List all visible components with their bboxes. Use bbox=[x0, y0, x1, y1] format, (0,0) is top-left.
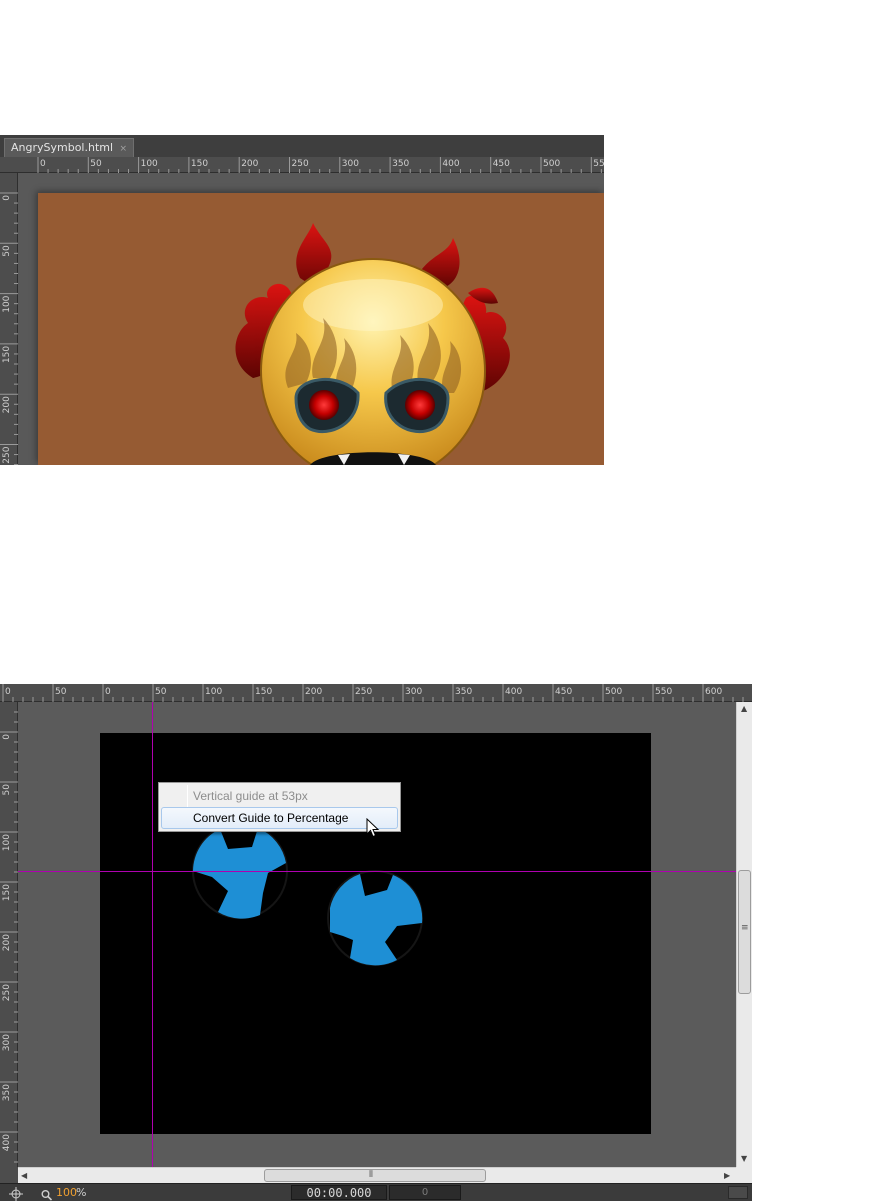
angry-symbol-stage[interactable] bbox=[38, 193, 604, 465]
ruler-label: 50 bbox=[90, 159, 102, 169]
horizontal-ruler-ticks: 0 50 0 50 100 150 200 250 300 350 400 450 500 550 600 bbox=[2, 684, 744, 702]
angry-symbol-document-panel: AngrySymbol.html × 0 50 100 150 200 250 300 350… bbox=[0, 135, 604, 465]
ruler-label: 100 bbox=[2, 295, 12, 312]
ruler-label: 0 bbox=[5, 687, 11, 697]
ruler-label: 350 bbox=[392, 159, 409, 169]
vertical-ruler-ticks: 050100150200250300350400450 bbox=[0, 711, 18, 1163]
vertical-ruler[interactable]: 0 50 100 150 200 250 bbox=[0, 173, 18, 465]
horizontal-ruler-ticks: 0 50 100 150 200 250 300 350 400 450 500 550 bbox=[37, 157, 604, 173]
ruler-label: 150 bbox=[191, 159, 208, 169]
ruler-label: 250 bbox=[2, 446, 12, 463]
horizontal-guide[interactable] bbox=[18, 871, 736, 872]
guide-context-menu: Vertical guide at 53px Convert Guide to … bbox=[158, 782, 401, 832]
scroll-left-icon[interactable]: ◀ bbox=[21, 1171, 27, 1180]
ruler-label: 450 bbox=[493, 159, 510, 169]
document-tab-bar: AngrySymbol.html × bbox=[0, 135, 604, 157]
scroll-up-icon[interactable]: ▲ bbox=[741, 704, 747, 713]
scroll-right-icon[interactable]: ▶ bbox=[724, 1171, 730, 1180]
vertical-scroll-thumb[interactable]: ≡ bbox=[738, 870, 751, 994]
ruler-label: 0 bbox=[105, 687, 111, 697]
ruler-label: 200 bbox=[2, 934, 12, 951]
ruler-label: 400 bbox=[442, 159, 459, 169]
ruler-label: 100 bbox=[2, 834, 12, 851]
horizontal-scroll-thumb[interactable]: ⦀ bbox=[264, 1169, 486, 1182]
horizontal-scrollbar[interactable]: ◀ ⦀ ▶ bbox=[18, 1167, 736, 1183]
scrollbar-corner-right bbox=[736, 1167, 752, 1183]
status-bar: 100 % 00:00.000 0 bbox=[0, 1183, 752, 1201]
ruler-label: 0 bbox=[40, 159, 46, 169]
ruler-label: 500 bbox=[605, 687, 622, 697]
vertical-scrollbar[interactable]: ▲ ≡ ▼ bbox=[736, 702, 752, 1167]
ruler-label: 450 bbox=[555, 687, 572, 697]
ruler-label: 250 bbox=[355, 687, 372, 697]
ruler-label: 0 bbox=[2, 195, 12, 201]
ruler-label: 400 bbox=[505, 687, 522, 697]
ruler-label: 350 bbox=[2, 1084, 12, 1101]
scroll-down-icon[interactable]: ▼ bbox=[741, 1154, 747, 1163]
menu-item-convert-guide[interactable]: Convert Guide to Percentage bbox=[161, 807, 398, 829]
vertical-guide[interactable] bbox=[152, 702, 153, 1167]
document-tab-label: AngrySymbol.html bbox=[11, 141, 114, 154]
grip-icon: ≡ bbox=[741, 923, 749, 933]
ruler-label: 150 bbox=[2, 884, 12, 901]
ruler-label: 250 bbox=[292, 159, 309, 169]
ruler-label: 300 bbox=[405, 687, 422, 697]
ruler-label: 300 bbox=[342, 159, 359, 169]
zoom-icon[interactable] bbox=[41, 1187, 52, 1201]
mouse-pointer-icon bbox=[366, 818, 380, 838]
scrollbar-corner-left bbox=[0, 1167, 18, 1183]
ruler-label: 50 bbox=[2, 245, 12, 257]
ruler-label: 50 bbox=[155, 687, 167, 697]
ruler-label: 400 bbox=[2, 1134, 12, 1151]
crosshair-icon[interactable] bbox=[9, 1186, 23, 1201]
ruler-label: 350 bbox=[455, 687, 472, 697]
horizontal-ruler[interactable]: 0 50 100 150 200 250 300 350 400 450 500 550 bbox=[0, 157, 604, 173]
vertical-ruler-ticks: 0 50 100 150 200 250 bbox=[0, 192, 18, 465]
ruler-label: 100 bbox=[205, 687, 222, 697]
ruler-label: 50 bbox=[2, 784, 12, 796]
ruler-label: 550 bbox=[655, 687, 672, 697]
ruler-label: 200 bbox=[2, 396, 12, 413]
angry-face-illustration bbox=[235, 223, 510, 465]
ruler-label: 300 bbox=[2, 1034, 12, 1051]
ruler-label: 150 bbox=[2, 346, 12, 363]
ruler-label: 250 bbox=[2, 984, 12, 1001]
status-end-button[interactable] bbox=[728, 1186, 748, 1199]
close-tab-icon[interactable]: × bbox=[120, 144, 128, 154]
horizontal-ruler[interactable]: 0 50 0 50 100 150 200 250 300 350 400 450 500 550 600 bbox=[0, 684, 752, 702]
ruler-label: 0 bbox=[2, 734, 12, 740]
menu-item-guide-info: Vertical guide at 53px bbox=[193, 789, 308, 803]
ruler-label: 500 bbox=[543, 159, 560, 169]
ruler-label: 150 bbox=[255, 687, 272, 697]
guides-document-panel: 0 50 0 50 100 150 200 250 300 350 400 450 500 550 600 … bbox=[0, 684, 752, 1201]
ruler-label: 550 bbox=[593, 159, 604, 169]
document-tab[interactable]: AngrySymbol.html × bbox=[4, 138, 135, 157]
vertical-ruler[interactable]: 050100150200250300350400450 bbox=[0, 702, 18, 1167]
ruler-label: 200 bbox=[241, 159, 258, 169]
zoom-unit: % bbox=[76, 1186, 87, 1199]
time-display[interactable]: 00:00.000 bbox=[291, 1185, 387, 1200]
ruler-label: 50 bbox=[55, 687, 67, 697]
grip-icon: ⦀ bbox=[369, 1170, 373, 1180]
frame-display[interactable]: 0 bbox=[389, 1185, 461, 1200]
ruler-label: 600 bbox=[705, 687, 722, 697]
zoom-level-value[interactable]: 100 bbox=[56, 1185, 77, 1201]
ruler-label: 200 bbox=[305, 687, 322, 697]
blue-shape-right bbox=[327, 870, 423, 966]
ruler-label: 100 bbox=[141, 159, 158, 169]
